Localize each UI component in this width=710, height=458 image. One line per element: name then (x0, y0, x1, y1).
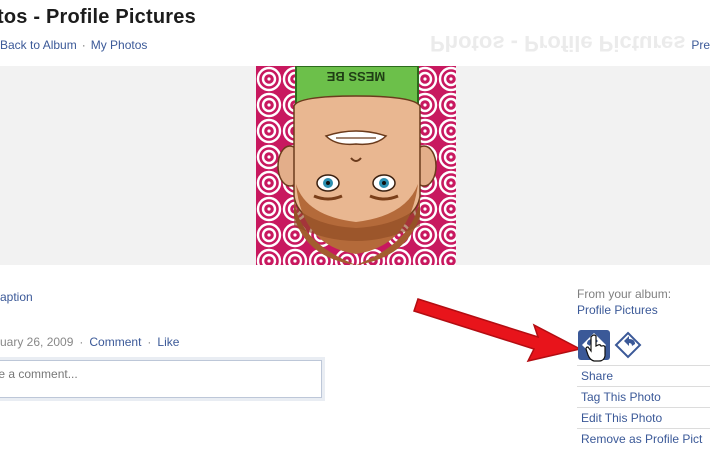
profile-photo[interactable]: MESS BE (256, 66, 456, 265)
caption-link[interactable]: aption (0, 290, 33, 304)
hand-cursor-icon (585, 334, 607, 362)
previous-link[interactable]: Pre (691, 38, 710, 52)
photo-actions-menu: Share Tag This Photo Edit This Photo Rem… (577, 365, 710, 449)
from-album-label: From your album: (577, 287, 672, 301)
photo-date: uary 26, 2009 (0, 335, 74, 349)
share-action[interactable]: Share (577, 365, 710, 386)
tag-photo-action[interactable]: Tag This Photo (577, 386, 710, 407)
shirt-text: MESS BE (326, 69, 385, 84)
rotate-right-icon[interactable] (612, 330, 644, 360)
like-link[interactable]: Like (157, 335, 179, 349)
breadcrumb-separator: · (81, 38, 86, 52)
meta-separator: · (79, 335, 84, 349)
comment-link[interactable]: Comment (89, 335, 141, 349)
meta-separator: · (147, 335, 152, 349)
red-arrow-annotation (413, 298, 583, 363)
remove-profile-picture-action[interactable]: Remove as Profile Pict (577, 428, 710, 449)
breadcrumb: Back to Album · My Photos (0, 38, 147, 52)
avatar-illustration: MESS BE (256, 66, 456, 265)
my-photos-link[interactable]: My Photos (91, 38, 148, 52)
comment-input[interactable]: te a comment... (0, 357, 325, 401)
back-to-album-link[interactable]: Back to Album (0, 38, 77, 52)
page-title: tos - Profile Pictures (0, 6, 196, 28)
album-link[interactable]: Profile Pictures (577, 303, 658, 317)
edit-photo-action[interactable]: Edit This Photo (577, 407, 710, 428)
background-ghost-text: Photos - Profile Pictures (430, 31, 686, 56)
photo-meta: uary 26, 2009 · Comment · Like (0, 335, 179, 349)
comment-placeholder: te a comment... (0, 367, 78, 381)
